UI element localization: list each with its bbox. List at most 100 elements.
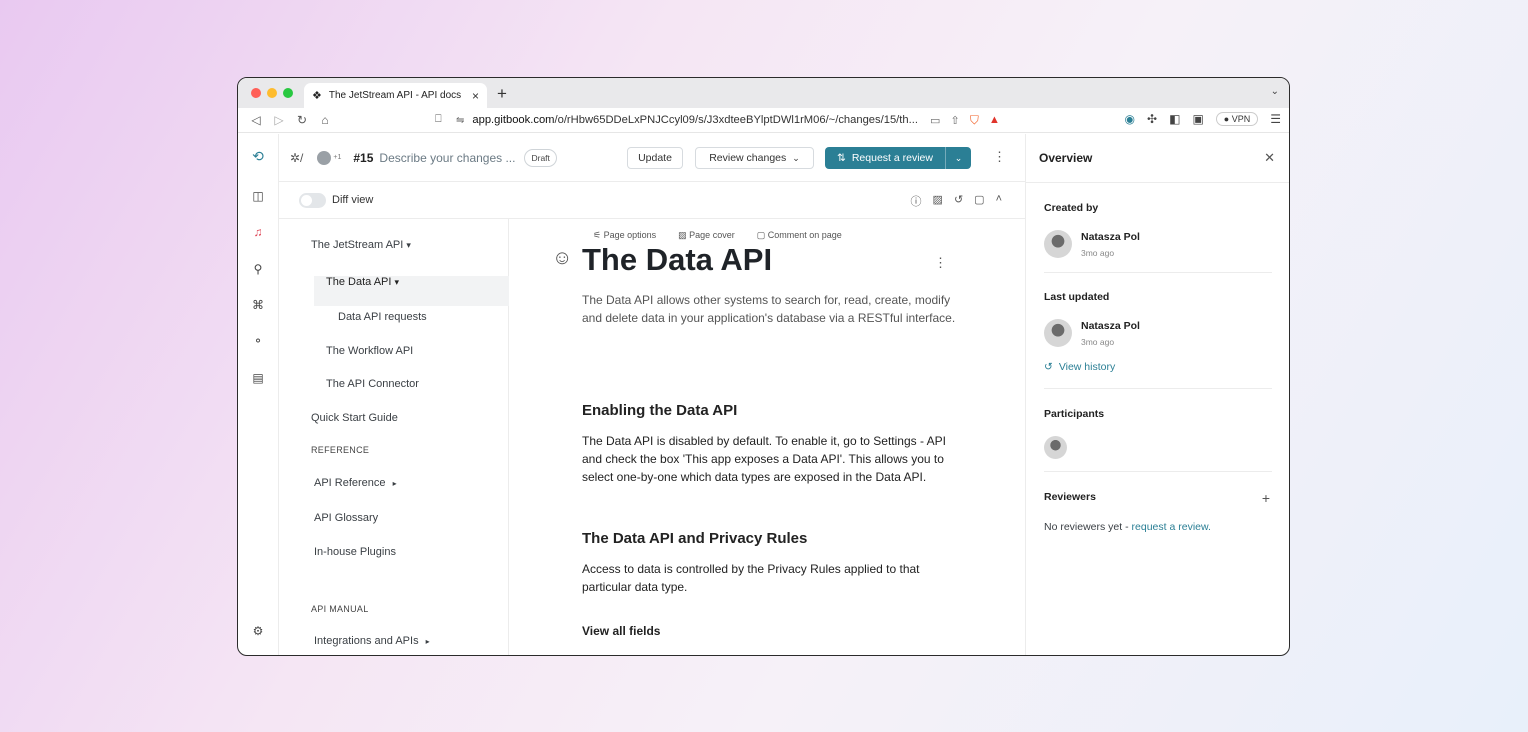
panel-title: Overview: [1039, 151, 1093, 165]
toc-item-jetstream-api[interactable]: The JetStream API ▾: [311, 239, 411, 251]
creator-name: Natasza Pol: [1081, 231, 1140, 243]
history-icon[interactable]: ↺: [954, 193, 963, 209]
toc-item-inhouse-plugins[interactable]: In-house Plugins: [314, 546, 396, 558]
wallet-icon[interactable]: ▣: [1192, 112, 1203, 126]
search-icon[interactable]: ⚲: [251, 262, 265, 276]
view-history-link[interactable]: ↺ View history: [1044, 361, 1115, 373]
title-bar: ❖ The JetStream API - API docs × + ⌄: [238, 78, 1289, 108]
close-window-button[interactable]: [251, 88, 261, 98]
toc-item-data-api-requests[interactable]: Data API requests: [338, 311, 427, 323]
image-icon[interactable]: ▨: [933, 193, 943, 209]
new-tab-button[interactable]: +: [497, 84, 507, 104]
toc-heading-api-manual: API MANUAL: [311, 604, 369, 614]
maximize-window-button[interactable]: [283, 88, 293, 98]
toc-item-quick-start[interactable]: Quick Start Guide: [311, 412, 398, 424]
ai-icon[interactable]: ⌘: [251, 298, 265, 312]
gitbook-logo-icon: ❖: [312, 90, 322, 102]
page-cover-button[interactable]: ▨ Page cover: [678, 230, 735, 241]
toc-item-api-glossary[interactable]: API Glossary: [314, 512, 378, 524]
info-icon[interactable]: ⓘ: [911, 193, 922, 209]
reader-mode-icon[interactable]: ▭: [930, 114, 941, 127]
smiley-icon[interactable]: ☺: [552, 247, 572, 270]
toc-item-integrations[interactable]: Integrations and APIs ▸: [314, 635, 430, 647]
change-title[interactable]: Describe your changes ...: [379, 151, 515, 165]
browser-tab[interactable]: ❖ The JetStream API - API docs ×: [304, 83, 487, 108]
page-more-icon[interactable]: ⋮: [934, 255, 947, 271]
close-tab-icon[interactable]: ×: [472, 89, 479, 103]
gitbook-app: ⟲ ◫ ♫ ⚲ ⌘ ⚬ ▤ ⚙ ✲/ +1 #15 Describe your …: [238, 134, 1289, 655]
chevron-up-icon[interactable]: ˄: [996, 193, 1002, 209]
toc-item-data-api[interactable]: The Data API ▾: [326, 276, 399, 288]
space-settings-icon[interactable]: ✲/: [290, 151, 303, 165]
section-text-privacy: Access to data is controlled by the Priv…: [582, 562, 920, 594]
share-icon[interactable]: ⇧: [951, 114, 960, 127]
divider: [1044, 471, 1272, 472]
avatar[interactable]: [317, 150, 332, 165]
toc-item-workflow-api[interactable]: The Workflow API: [326, 345, 413, 357]
divider: [1044, 272, 1272, 273]
avatar[interactable]: [1044, 319, 1072, 347]
gitbook-home-icon[interactable]: ⟲: [251, 148, 265, 165]
image-icon: ▨: [678, 230, 687, 240]
caret-down-icon: ▾: [406, 240, 411, 250]
site-settings-icon[interactable]: ⇋: [456, 115, 464, 126]
puzzle-icon[interactable]: ✣: [1147, 112, 1157, 126]
extension-icon[interactable]: ◉: [1125, 112, 1135, 126]
updater-name: Natasza Pol: [1081, 320, 1140, 332]
menu-icon[interactable]: ☰: [1270, 112, 1281, 126]
forward-icon[interactable]: ▷: [273, 113, 285, 127]
change-request-header: ✲/ +1 #15 Describe your changes ... Draf…: [279, 134, 1025, 182]
sidebar-icon[interactable]: ◧: [1169, 112, 1180, 126]
close-icon[interactable]: ✕: [1264, 150, 1275, 166]
section-heading-enabling: Enabling the Data API: [582, 402, 738, 419]
change-number: #15: [353, 150, 374, 165]
no-reviewers-text: No reviewers yet - request a review.: [1044, 521, 1211, 533]
section-heading-privacy: The Data API and Privacy Rules: [582, 530, 808, 547]
page-options-button[interactable]: ⚟ Page options: [593, 230, 656, 241]
settings-gear-icon[interactable]: ⚙: [251, 624, 265, 638]
page-options-bar: ⚟ Page options ▨ Page cover ▢ Comment on…: [593, 230, 842, 241]
minimize-window-button[interactable]: [267, 88, 277, 98]
notifications-icon[interactable]: ♫: [251, 225, 265, 239]
table-of-contents: The JetStream API ▾ The Data API ▾ Data …: [279, 219, 509, 655]
reviewers-label: Reviewers: [1044, 491, 1096, 503]
request-review-link[interactable]: request a review.: [1132, 521, 1211, 533]
status-badge: Draft: [524, 148, 557, 167]
view-history-label: View history: [1058, 361, 1116, 373]
back-icon[interactable]: ◁: [250, 113, 262, 127]
comment-icon[interactable]: ▢: [974, 193, 984, 209]
avatar[interactable]: [1044, 436, 1067, 459]
review-changes-button[interactable]: Review changes ⌄: [695, 147, 814, 169]
home-icon[interactable]: ⌂: [319, 113, 331, 127]
chevron-down-icon: ⌄: [792, 152, 800, 163]
diff-view-toggle[interactable]: [299, 193, 326, 208]
location-icon[interactable]: ⚬: [251, 334, 265, 348]
more-options-icon[interactable]: ⋮: [993, 149, 1006, 165]
update-button[interactable]: Update: [627, 147, 683, 169]
brave-rewards-icon[interactable]: ▲: [989, 114, 1000, 126]
history-icon: ↺: [1044, 361, 1053, 373]
url-field[interactable]: ⇋ app.gitbook.com/o/rHbw65DDeLxPNJCcyl09…: [456, 110, 1048, 130]
participants-label: Participants: [1044, 408, 1105, 420]
comment-on-page-button[interactable]: ▢ Comment on page: [757, 230, 842, 241]
tab-list-chevron-icon[interactable]: ⌄: [1271, 86, 1279, 97]
request-review-dropdown-icon[interactable]: ⌄: [946, 153, 971, 164]
toc-item-api-reference[interactable]: API Reference ▸: [314, 477, 397, 489]
page-intro: The Data API allows other systems to sea…: [582, 293, 956, 325]
address-bar: ◁ ▷ ↻ ⌂ ⎕ ⇋ app.gitbook.com/o/rHbw65DDeL…: [238, 108, 1289, 133]
caret-right-icon: ▸: [425, 637, 430, 646]
request-review-button[interactable]: ⇅ Request a review ⌄: [825, 147, 971, 169]
docs-icon[interactable]: ▤: [251, 371, 265, 385]
add-reviewer-icon[interactable]: +: [1262, 490, 1270, 506]
vpn-button[interactable]: ● VPN: [1215, 112, 1259, 126]
avatar[interactable]: [1044, 230, 1072, 258]
caret-down-icon: ▾: [394, 277, 400, 287]
brave-shield-icon[interactable]: ⛉: [970, 113, 979, 128]
window-controls: [251, 88, 293, 98]
merge-icon: ⇅: [837, 152, 846, 164]
toggle-sidebar-icon[interactable]: ◫: [251, 189, 265, 203]
created-time: 3mo ago: [1081, 248, 1115, 258]
reload-icon[interactable]: ↻: [296, 113, 308, 127]
toc-item-api-connector[interactable]: The API Connector: [326, 378, 419, 390]
bookmark-icon[interactable]: ⎕: [435, 113, 442, 126]
